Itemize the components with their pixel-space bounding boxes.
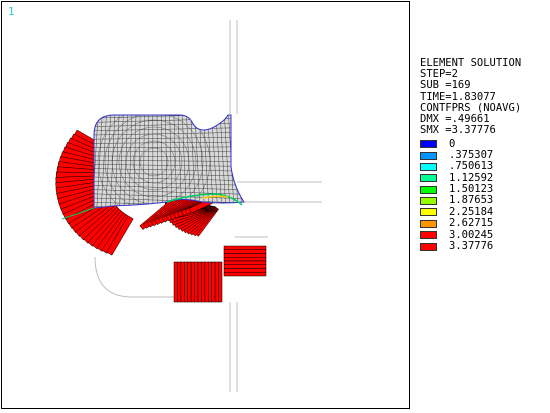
legend-value: .750613 — [449, 160, 494, 173]
legend-color-swatch — [420, 219, 437, 228]
legend-scale-row: 3.37776 — [420, 240, 548, 253]
legend-color-swatch — [420, 162, 437, 171]
pressure-block-bottom — [173, 245, 267, 303]
legend-line: SMX =3.37776 — [420, 124, 496, 137]
legend-color-swatch — [420, 197, 437, 206]
legend-color-swatch — [420, 174, 437, 183]
legend-color-swatch — [420, 140, 437, 149]
legend-value: 2.62715 — [449, 217, 494, 230]
legend-value: 1.87653 — [449, 194, 494, 207]
legend-line: SUB =169 — [420, 79, 471, 92]
legend-color-swatch — [420, 231, 437, 240]
graphics-window[interactable]: 1 — [1, 1, 410, 409]
contour-scale: 0.375307.750613 1.12592 1.50123 1.87653 2.25… — [420, 138, 548, 252]
legend-color-swatch — [420, 242, 437, 251]
legend-color-swatch — [420, 151, 437, 160]
legend-color-swatch — [420, 208, 437, 217]
fe-model-viewport[interactable] — [2, 2, 411, 410]
legend-color-swatch — [420, 185, 437, 194]
legend-scale-row: .750613 — [420, 161, 548, 172]
legend-value: 3.37776 — [449, 240, 494, 253]
legend-scale-row: 2.62715 — [420, 218, 548, 229]
legend-panel: ELEMENT SOLUTION STEP=2 SUB =169 TIME=1.830… — [420, 57, 548, 252]
